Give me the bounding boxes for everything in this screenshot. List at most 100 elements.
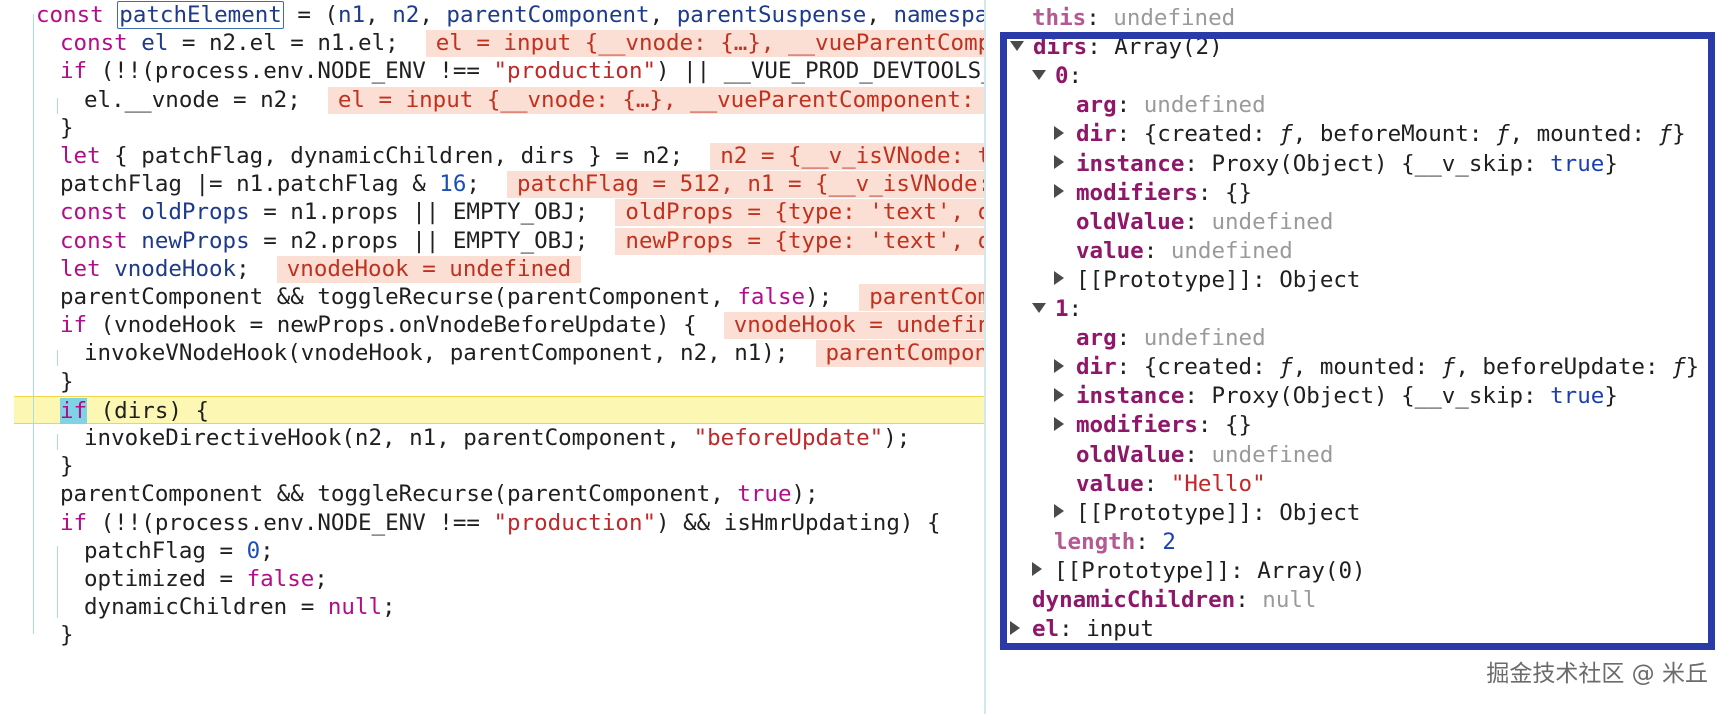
scope-row-instance[interactable]: instance: Proxy(Object) {__v_skip: true} xyxy=(1054,150,1618,179)
expand-triangle-open-icon[interactable] xyxy=(1010,40,1024,51)
property-value: {} xyxy=(1225,412,1253,439)
source-code-pane: const patchElement = (n1, n2, parentComp… xyxy=(0,0,985,714)
code-line[interactable]: invokeDirectiveHook(n2, n1, parentCompon… xyxy=(0,424,985,452)
scope-row-prototype[interactable]: [[Prototype]]: Array(0) xyxy=(1032,557,1366,586)
inline-value-annotation: parentComp xyxy=(859,284,985,311)
indent-guide xyxy=(57,98,58,114)
indent-guide xyxy=(57,546,58,618)
scope-row-dir[interactable]: dir: {created: ƒ, beforeMount: ƒ, mounte… xyxy=(1054,120,1686,149)
expand-triangle-closed-icon[interactable] xyxy=(1054,416,1064,431)
code-token: optimized = xyxy=(84,566,247,592)
code-token: = n2.props || EMPTY_OBJ; xyxy=(249,227,589,254)
property-separator: : xyxy=(1184,383,1212,410)
expand-triangle-closed-icon[interactable] xyxy=(1010,620,1020,635)
code-line[interactable]: const newProps = n2.props || EMPTY_OBJ; … xyxy=(0,227,985,255)
scope-row-0[interactable]: 0: xyxy=(1032,62,1096,91)
property-value: "Hello" xyxy=(1170,470,1266,497)
property-separator: : xyxy=(1068,63,1096,90)
property-separator: : xyxy=(1252,499,1280,526)
scope-row-dirs[interactable]: dirs: Array(2) xyxy=(1010,33,1223,62)
property-value: undefined xyxy=(1113,5,1236,31)
property-value: ƒ xyxy=(1658,121,1673,148)
scope-row-value: value: "Hello" xyxy=(1076,470,1266,499)
property-value: null xyxy=(1262,587,1317,613)
code-line[interactable]: const patchElement = (n1, n2, parentComp… xyxy=(0,1,985,29)
scope-row-this: this: undefined xyxy=(1032,4,1235,33)
code-line[interactable]: patchFlag |= n1.patchFlag & 16; patchFla… xyxy=(0,170,985,199)
code-line[interactable]: patchFlag = 0; xyxy=(0,537,985,565)
scope-row-arg: arg: undefined xyxy=(1076,91,1266,120)
pane-divider[interactable] xyxy=(984,0,986,714)
property-separator: : xyxy=(1116,121,1144,148)
property-value: Array(0) xyxy=(1257,557,1366,584)
expand-triangle-closed-icon[interactable] xyxy=(1054,155,1064,169)
code-line[interactable]: if (!!(process.env.NODE_ENV !== "product… xyxy=(0,57,985,85)
property-separator: : xyxy=(1184,150,1212,177)
expand-triangle-closed-icon[interactable] xyxy=(1054,387,1064,402)
code-line[interactable]: parentComponent && toggleRecurse(parentC… xyxy=(0,283,985,311)
code-token: ); xyxy=(883,425,911,451)
code-line[interactable]: } xyxy=(0,621,985,649)
code-token: vnodeHook xyxy=(114,255,237,282)
property-value: Object xyxy=(1279,266,1361,293)
code-line[interactable]: if (vnodeHook = newProps.onVnodeBeforeUp… xyxy=(0,311,985,340)
property-value: , mounted: xyxy=(1509,121,1659,148)
code-line[interactable]: if (!!(process.env.NODE_ENV !== "product… xyxy=(0,509,985,537)
property-name: instance xyxy=(1076,150,1185,177)
scope-row-el[interactable]: el: input xyxy=(1010,615,1154,644)
code-line[interactable]: parentComponent && toggleRecurse(parentC… xyxy=(0,480,985,508)
scope-row-instance[interactable]: instance: Proxy(Object) {__v_skip: true} xyxy=(1054,382,1618,411)
code-line[interactable]: } xyxy=(0,114,985,142)
property-value: true xyxy=(1550,383,1605,410)
property-separator: : xyxy=(1197,412,1226,439)
scope-row-prototype[interactable]: [[Prototype]]: Object xyxy=(1054,499,1360,528)
property-name: [[Prototype]] xyxy=(1054,557,1231,584)
expand-triangle-open-icon[interactable] xyxy=(1032,302,1046,313)
code-line[interactable]: const oldProps = n1.props || EMPTY_OBJ; … xyxy=(0,198,985,227)
code-line[interactable]: let { patchFlag, dynamicChildren, dirs }… xyxy=(0,142,985,170)
property-name: oldValue xyxy=(1076,208,1185,235)
property-separator: : xyxy=(1143,470,1171,497)
property-value: Proxy(Object) {__v_skip: xyxy=(1211,383,1551,410)
expand-triangle-closed-icon[interactable] xyxy=(1032,562,1042,577)
scope-row-modifiers[interactable]: modifiers: {} xyxy=(1054,179,1252,208)
property-value: undefined xyxy=(1211,208,1334,235)
code-line[interactable]: } xyxy=(0,368,985,396)
code-token: ; xyxy=(314,566,328,592)
scope-row-dir[interactable]: dir: {created: ƒ, mounted: ƒ, beforeUpda… xyxy=(1054,353,1699,382)
scope-row-modifiers[interactable]: modifiers: {} xyxy=(1054,411,1252,440)
property-name: [[Prototype]] xyxy=(1076,266,1253,293)
expand-triangle-closed-icon[interactable] xyxy=(1054,504,1064,519)
property-name: el xyxy=(1032,616,1060,643)
expand-triangle-closed-icon[interactable] xyxy=(1054,125,1064,140)
expand-triangle-open-icon[interactable] xyxy=(1032,69,1046,80)
inline-value-annotation: patchFlag = 512, n1 = {__v_isVNode: xyxy=(507,171,985,199)
expand-triangle-closed-icon[interactable] xyxy=(1054,271,1064,286)
code-line[interactable]: let vnodeHook; vnodeHook = undefined xyxy=(0,255,985,283)
property-value: } xyxy=(1604,383,1618,410)
code-token: const xyxy=(36,2,118,28)
code-line[interactable]: dynamicChildren = null; xyxy=(0,593,985,621)
property-separator: : xyxy=(1059,616,1087,643)
property-separator: : xyxy=(1116,325,1144,352)
property-separator: : xyxy=(1116,92,1144,119)
code-token: let xyxy=(60,255,115,282)
code-line[interactable]: optimized = false; xyxy=(0,565,985,593)
property-name: 1 xyxy=(1055,296,1069,322)
code-token: , xyxy=(419,2,447,28)
code-token: = n1.props || EMPTY_OBJ; xyxy=(249,199,589,226)
expand-triangle-closed-icon[interactable] xyxy=(1054,184,1064,199)
code-line[interactable]: } xyxy=(0,452,985,480)
code-line[interactable]: invokeVNodeHook(vnodeHook, parentCompone… xyxy=(0,339,985,368)
scope-row-1[interactable]: 1: xyxy=(1032,295,1096,324)
code-line[interactable]: const el = n2.el = n1.el; el = input {__… xyxy=(0,29,985,58)
expand-triangle-closed-icon[interactable] xyxy=(1054,358,1064,373)
indent-guide xyxy=(57,434,58,450)
code-token: (!!(process.env.NODE_ENV !== xyxy=(87,58,494,85)
paused-code-line[interactable]: if (dirs) { xyxy=(14,395,985,424)
scope-row-prototype[interactable]: [[Prototype]]: Object xyxy=(1054,266,1360,295)
code-token: (!!(process.env.NODE_ENV !== xyxy=(87,509,494,536)
property-value: , beforeUpdate: xyxy=(1455,354,1673,381)
property-value: undefined xyxy=(1143,92,1266,119)
code-line[interactable]: el.__vnode = n2; el = input {__vnode: {…… xyxy=(0,86,985,114)
